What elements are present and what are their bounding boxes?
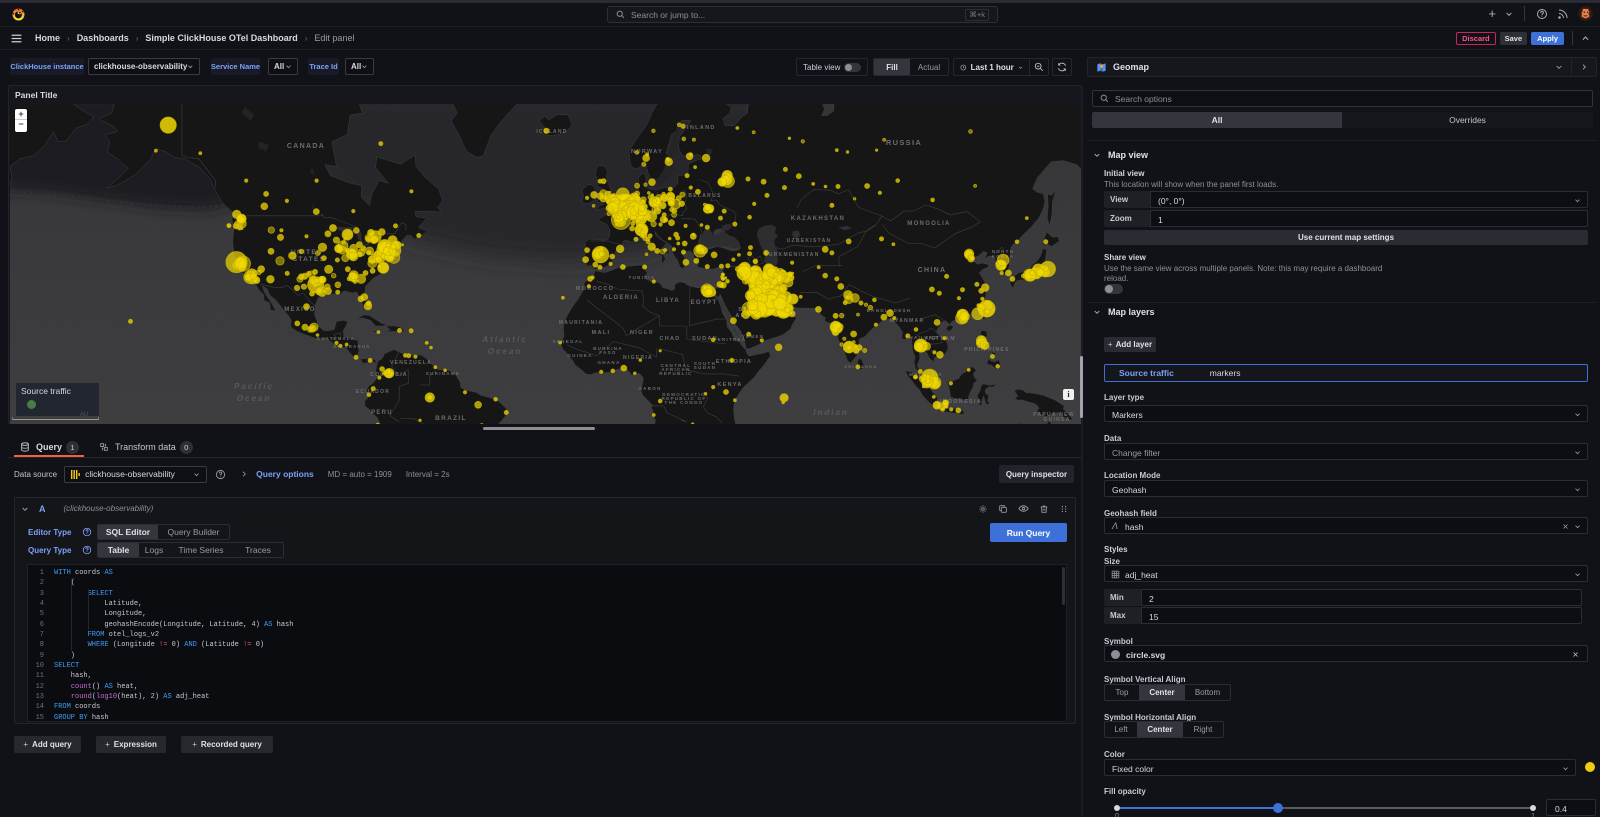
svg-text:LIBYA: LIBYA [656, 298, 680, 304]
svg-text:REPUBLIC: REPUBLIC [659, 371, 692, 376]
svg-text:Pacific: Pacific [234, 382, 274, 391]
svg-text:GHANA: GHANA [598, 360, 621, 365]
svg-text:BELARUS: BELARUS [688, 193, 721, 199]
svg-text:SURINAME: SURINAME [426, 371, 460, 376]
svg-text:YEMEN: YEMEN [742, 334, 765, 339]
svg-text:EGYPT: EGYPT [691, 300, 718, 306]
svg-text:GUATEMALA: GUATEMALA [317, 336, 355, 341]
svg-text:TUNISIA: TUNISIA [628, 275, 655, 280]
svg-text:UZBEKISTAN: UZBEKISTAN [787, 238, 832, 244]
svg-text:MOROCCO: MOROCCO [576, 286, 614, 292]
svg-text:STATES: STATES [293, 256, 325, 263]
svg-text:MAURITANIA: MAURITANIA [559, 320, 603, 326]
svg-text:CHAD: CHAD [659, 336, 680, 342]
svg-text:NIGERIA: NIGERIA [623, 355, 653, 361]
svg-text:VENEZUELA: VENEZUELA [390, 360, 432, 366]
svg-text:THE CONGO: THE CONGO [665, 400, 704, 405]
svg-text:BRAZIL: BRAZIL [435, 415, 467, 422]
svg-text:RUSSIA: RUSSIA [886, 138, 922, 147]
svg-text:GUINEA: GUINEA [1043, 417, 1070, 423]
svg-text:CANADA: CANADA [287, 143, 325, 150]
svg-text:TURKMENISTAN: TURKMENISTAN [764, 252, 819, 258]
svg-text:GUINEA: GUINEA [567, 353, 592, 358]
svg-text:Atlantic: Atlantic [481, 335, 527, 344]
svg-text:MONGOLIA: MONGOLIA [907, 221, 950, 227]
svg-text:Indian: Indian [813, 408, 849, 417]
svg-text:GABON: GABON [638, 386, 661, 391]
svg-text:SENEGAL: SENEGAL [553, 339, 584, 344]
svg-text:FINLAND: FINLAND [682, 125, 715, 131]
svg-text:CHINA: CHINA [918, 267, 947, 274]
svg-text:PERU: PERU [371, 410, 393, 416]
svg-text:FASO: FASO [599, 350, 616, 355]
svg-text:NIGER: NIGER [630, 330, 654, 336]
svg-text:MEXICO: MEXICO [284, 307, 315, 313]
svg-text:KAZAKHSTAN: KAZAKHSTAN [791, 216, 845, 222]
svg-text:KENYA: KENYA [717, 382, 742, 388]
svg-text:ICELAND: ICELAND [536, 129, 567, 135]
svg-text:SUDAN: SUDAN [694, 365, 717, 370]
svg-text:Ocean: Ocean [488, 347, 522, 356]
svg-text:MALI: MALI [592, 330, 611, 336]
svg-text:SRI LANKA: SRI LANKA [844, 364, 877, 369]
svg-text:ALGERIA: ALGERIA [603, 295, 639, 301]
svg-text:Ocean: Ocean [237, 394, 271, 403]
